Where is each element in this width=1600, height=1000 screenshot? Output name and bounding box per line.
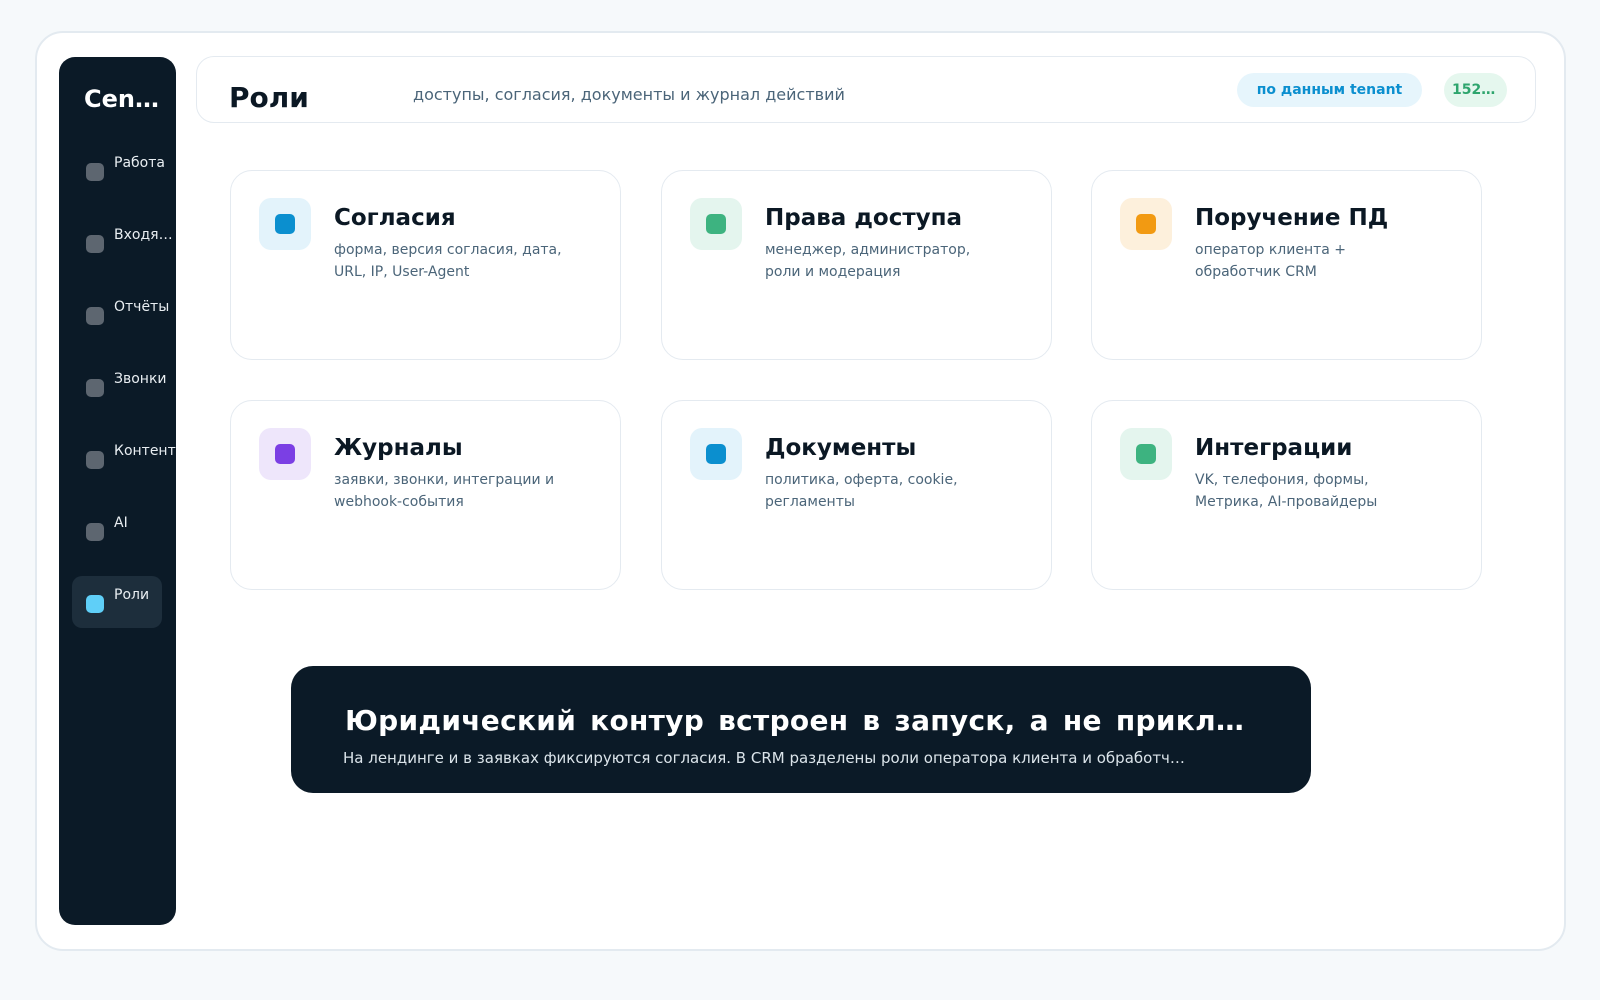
sidebar-item-label: Работа: [114, 155, 165, 171]
card-logs[interactable]: Журналы заявки, звонки, интеграции и web…: [230, 400, 621, 590]
data-assignment-icon: [1120, 198, 1172, 250]
card-consents[interactable]: Согласия форма, версия согласия, дата, U…: [230, 170, 621, 360]
sidebar-item-label: Отчёты: [114, 299, 170, 315]
roles-icon: [86, 595, 104, 613]
sidebar-item-work[interactable]: Работа: [72, 144, 165, 196]
card-documents[interactable]: Документы политика, оферта, cookie, регл…: [661, 400, 1052, 590]
integrations-icon: [1120, 428, 1172, 480]
sidebar-item-ai[interactable]: AI: [72, 504, 162, 556]
reports-icon: [86, 307, 104, 325]
page-title: Роли: [229, 81, 309, 114]
access-rights-icon: [690, 198, 742, 250]
sidebar-item-label: Роли: [114, 587, 150, 603]
card-title: Согласия: [334, 205, 456, 231]
calls-icon: [86, 379, 104, 397]
card-description: форма, версия согласия, дата, URL, IP, U…: [334, 242, 562, 280]
card-title: Документы: [765, 435, 917, 461]
sidebar-item-content[interactable]: Контент: [72, 432, 176, 484]
card-description: VK, телефония, формы, Метрика, AI-провай…: [1195, 472, 1378, 510]
sidebar-item-label: Контент: [114, 443, 176, 459]
banner-text: На лендинге и в заявках фиксируются согл…: [343, 749, 1193, 767]
legal-banner: Юридический контур встроен в запуск, а н…: [291, 666, 1311, 793]
card-access-rights[interactable]: Права доступа менеджер, администратор, р…: [661, 170, 1052, 360]
banner-title: Юридический контур встроен в запуск, а н…: [345, 704, 1245, 737]
card-title: Поручение ПД: [1195, 205, 1389, 231]
sidebar-item-label: Звонки: [114, 371, 167, 387]
tenant-badge: по данным tenant: [1237, 73, 1422, 107]
sidebar-item-label: AI: [114, 515, 128, 531]
card-description: политика, оферта, cookie, регламенты: [765, 472, 958, 510]
card-title: Интеграции: [1195, 435, 1353, 461]
sidebar: Centrum CRM Работа Входящие Отчёты Звонк…: [59, 57, 176, 925]
page-subtitle: доступы, согласия, документы и журнал де…: [413, 85, 845, 104]
sidebar-item-reports[interactable]: Отчёты: [72, 288, 169, 340]
ai-icon: [86, 523, 104, 541]
documents-icon: [690, 428, 742, 480]
card-description: оператор клиента + обработчик CRM: [1195, 242, 1347, 280]
brand-logo[interactable]: Centrum CRM: [84, 85, 168, 113]
sidebar-item-label: Входящие: [114, 227, 176, 243]
inbox-icon: [86, 235, 104, 253]
card-data-assignment[interactable]: Поручение ПД оператор клиента + обработч…: [1091, 170, 1482, 360]
law-badge: 152-ФЗ: [1444, 73, 1507, 107]
sidebar-item-roles[interactable]: Роли: [72, 576, 162, 628]
card-integrations[interactable]: Интеграции VK, телефония, формы, Метрика…: [1091, 400, 1482, 590]
consent-icon: [259, 198, 311, 250]
content-icon: [86, 451, 104, 469]
card-title: Права доступа: [765, 205, 963, 231]
card-title: Журналы: [334, 435, 463, 461]
logs-icon: [259, 428, 311, 480]
sidebar-item-inbox[interactable]: Входящие: [72, 216, 176, 268]
page-header: Роли доступы, согласия, документы и журн…: [196, 56, 1536, 123]
card-description: менеджер, администратор, роли и модераци…: [765, 242, 971, 280]
sidebar-item-calls[interactable]: Звонки: [72, 360, 167, 412]
work-icon: [86, 163, 104, 181]
card-description: заявки, звонки, интеграции и webhook-соб…: [334, 472, 555, 510]
